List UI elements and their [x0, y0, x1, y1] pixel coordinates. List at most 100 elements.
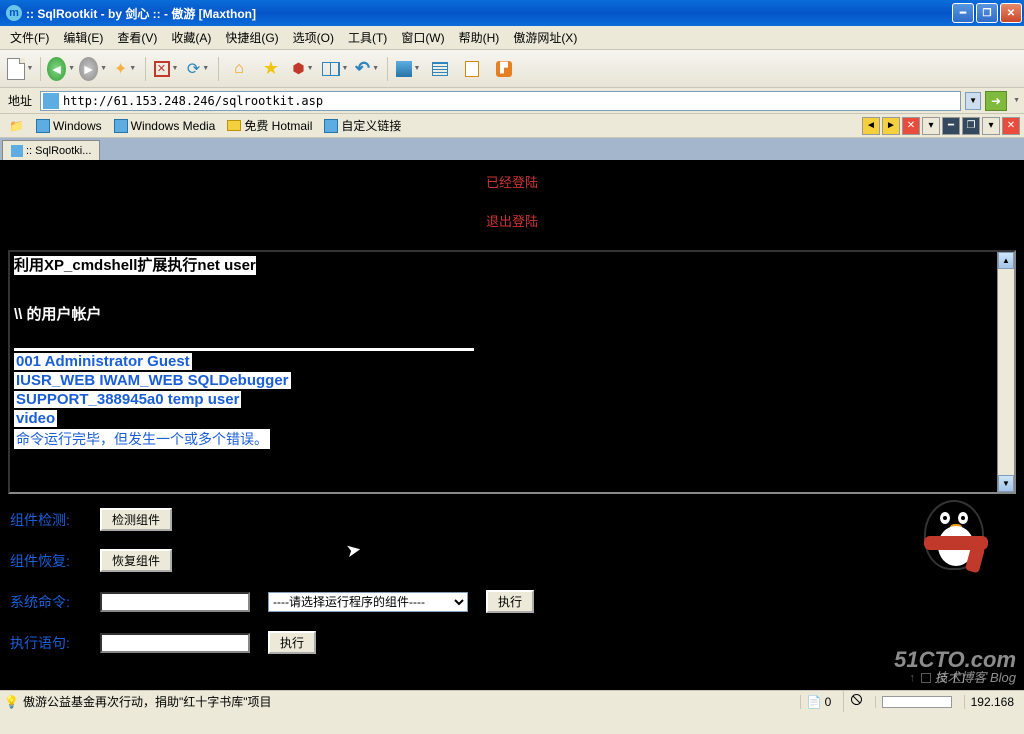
- execute-stmt-button[interactable]: 执行: [268, 631, 316, 654]
- tabbar: :: SqlRootki...: [0, 138, 1024, 160]
- divider: [14, 348, 474, 351]
- forward-button[interactable]: ►▼: [79, 55, 107, 83]
- rss-button[interactable]: ▛: [490, 55, 518, 83]
- edit-button[interactable]: [458, 55, 486, 83]
- tab-title: :: SqlRootki...: [26, 145, 91, 157]
- side-btn-6[interactable]: ❐: [962, 117, 980, 135]
- address-input[interactable]: [63, 94, 958, 108]
- component-restore-label: 组件恢复:: [10, 551, 82, 571]
- window-titlebar: m :: SqlRootkit - by 剑心 :: - 傲游 [Maxthon…: [0, 0, 1024, 26]
- menu-view[interactable]: 查看(V): [111, 27, 163, 48]
- menu-maxthon[interactable]: 傲游网址(X): [507, 27, 583, 48]
- linksbar: 📁 Windows Windows Media 免费 Hotmail 自定义链接…: [0, 114, 1024, 138]
- side-btn-8[interactable]: ✕: [1002, 117, 1020, 135]
- go-dropdown[interactable]: ▼: [1013, 97, 1020, 104]
- scroll-up-button[interactable]: ▲: [998, 252, 1014, 269]
- menu-file[interactable]: 文件(F): [4, 27, 55, 48]
- status-text: 傲游公益基金再次行动，捐助"红十字书库"项目: [23, 693, 272, 710]
- page-icon: [36, 119, 50, 133]
- watermark-icons: ↑简: [910, 670, 965, 686]
- folder-icon: 📁: [9, 119, 24, 133]
- stop-button[interactable]: ✕▼: [152, 55, 180, 83]
- system-cmd-input[interactable]: [100, 592, 250, 612]
- link-label: 自定义链接: [341, 117, 401, 134]
- accounts-label: \\ 的用户帐户: [14, 303, 1010, 324]
- links-folder[interactable]: 📁: [4, 117, 29, 135]
- tools-button[interactable]: ▼: [394, 55, 422, 83]
- favorites-button[interactable]: ★: [257, 55, 285, 83]
- page-icon: [114, 119, 128, 133]
- qq-penguin-icon[interactable]: [914, 500, 994, 590]
- link-label: 免费 Hotmail: [244, 117, 312, 134]
- back-button[interactable]: ◄▼: [47, 55, 75, 83]
- component-check-button[interactable]: 检测组件: [100, 508, 172, 531]
- menu-help[interactable]: 帮助(H): [453, 27, 506, 48]
- command-title: 利用XP_cmdshell扩展执行net user: [14, 256, 256, 275]
- app-icon: m: [6, 5, 22, 21]
- side-btn-3[interactable]: ✕: [902, 117, 920, 135]
- undo-button[interactable]: ↶▼: [353, 55, 381, 83]
- link-hotmail[interactable]: 免费 Hotmail: [222, 115, 317, 136]
- menubar: 文件(F) 编辑(E) 查看(V) 收藏(A) 快捷组(G) 选项(O) 工具(…: [0, 26, 1024, 50]
- login-status: 已经登陆: [4, 164, 1020, 199]
- side-btn-2[interactable]: ►: [882, 117, 900, 135]
- maximize-button[interactable]: ❐: [976, 3, 998, 23]
- page-icon: [324, 119, 338, 133]
- groups-button[interactable]: ⬢▼: [289, 55, 317, 83]
- menu-favorites[interactable]: 收藏(A): [165, 27, 217, 48]
- execute-cmd-button[interactable]: 执行: [486, 590, 534, 613]
- component-restore-button[interactable]: 恢复组件: [100, 549, 172, 572]
- side-btn-4[interactable]: ▾: [922, 117, 940, 135]
- logout-link[interactable]: 退出登陆: [486, 214, 538, 229]
- back-icon: ◄: [47, 57, 66, 81]
- go-button[interactable]: ➜: [985, 91, 1007, 111]
- menu-edit[interactable]: 编辑(E): [57, 27, 109, 48]
- menu-groups[interactable]: 快捷组(G): [219, 27, 284, 48]
- status-count: 0: [825, 695, 832, 709]
- frame-scrollbar[interactable]: ▲ ▼: [997, 252, 1014, 492]
- close-button[interactable]: ✕: [1000, 3, 1022, 23]
- forward-icon: ►: [79, 57, 98, 81]
- component-select[interactable]: ----请选择运行程序的组件----: [268, 592, 468, 612]
- favorites-home-button[interactable]: ✦▼: [111, 55, 139, 83]
- user-row-4: video: [14, 410, 57, 427]
- menu-tools[interactable]: 工具(T): [342, 27, 393, 48]
- separator: [218, 57, 219, 81]
- link-custom[interactable]: 自定义链接: [319, 115, 406, 136]
- refresh-icon: ⟳: [187, 59, 200, 79]
- side-btn-7[interactable]: ▾: [982, 117, 1000, 135]
- group-icon: ⬢: [292, 60, 304, 77]
- home-button[interactable]: ⌂: [225, 55, 253, 83]
- tab-sqlrootkit[interactable]: :: SqlRootki...: [2, 140, 100, 160]
- side-btn-1[interactable]: ◄: [862, 117, 880, 135]
- link-windows[interactable]: Windows: [31, 117, 107, 135]
- refresh-button[interactable]: ⟳▼: [184, 55, 212, 83]
- list-button[interactable]: [426, 55, 454, 83]
- sidebar-controls: ◄ ► ✕ ▾ ━ ❐ ▾ ✕: [862, 117, 1020, 135]
- favorite-star-icon: ★: [263, 58, 279, 79]
- menu-window[interactable]: 窗口(W): [395, 27, 450, 48]
- exec-stmt-label: 执行语句:: [10, 633, 82, 653]
- side-btn-5[interactable]: ━: [942, 117, 960, 135]
- separator: [40, 57, 41, 81]
- system-cmd-label: 系统命令:: [10, 592, 82, 612]
- split-view-icon: [322, 62, 340, 76]
- scroll-down-button[interactable]: ▼: [998, 475, 1014, 492]
- exec-stmt-input[interactable]: [100, 633, 250, 653]
- bulb-icon: 💡: [4, 695, 19, 709]
- link-windows-media[interactable]: Windows Media: [109, 117, 221, 135]
- address-input-wrap[interactable]: [40, 91, 961, 111]
- tab-icon: [11, 145, 23, 157]
- address-dropdown[interactable]: ▼: [965, 92, 981, 110]
- menu-options[interactable]: 选项(O): [287, 27, 340, 48]
- mail-icon: [227, 120, 241, 131]
- page-content: 已经登陆 退出登陆 利用XP_cmdshell扩展执行net user \\ 的…: [0, 160, 1024, 690]
- minimize-button[interactable]: ━: [952, 3, 974, 23]
- tools-icon: [396, 61, 412, 77]
- statusbar: 💡 傲游公益基金再次行动，捐助"红十字书库"项目 📄0 🛇 192.168: [0, 690, 1024, 712]
- new-tab-button[interactable]: ▼: [6, 55, 34, 83]
- cmd-result: 命令运行完毕，但发生一个或多个错误。: [14, 429, 270, 449]
- popup-icon: 🛇: [850, 691, 862, 712]
- split-button[interactable]: ▼: [321, 55, 349, 83]
- doc-icon: 📄: [807, 695, 822, 709]
